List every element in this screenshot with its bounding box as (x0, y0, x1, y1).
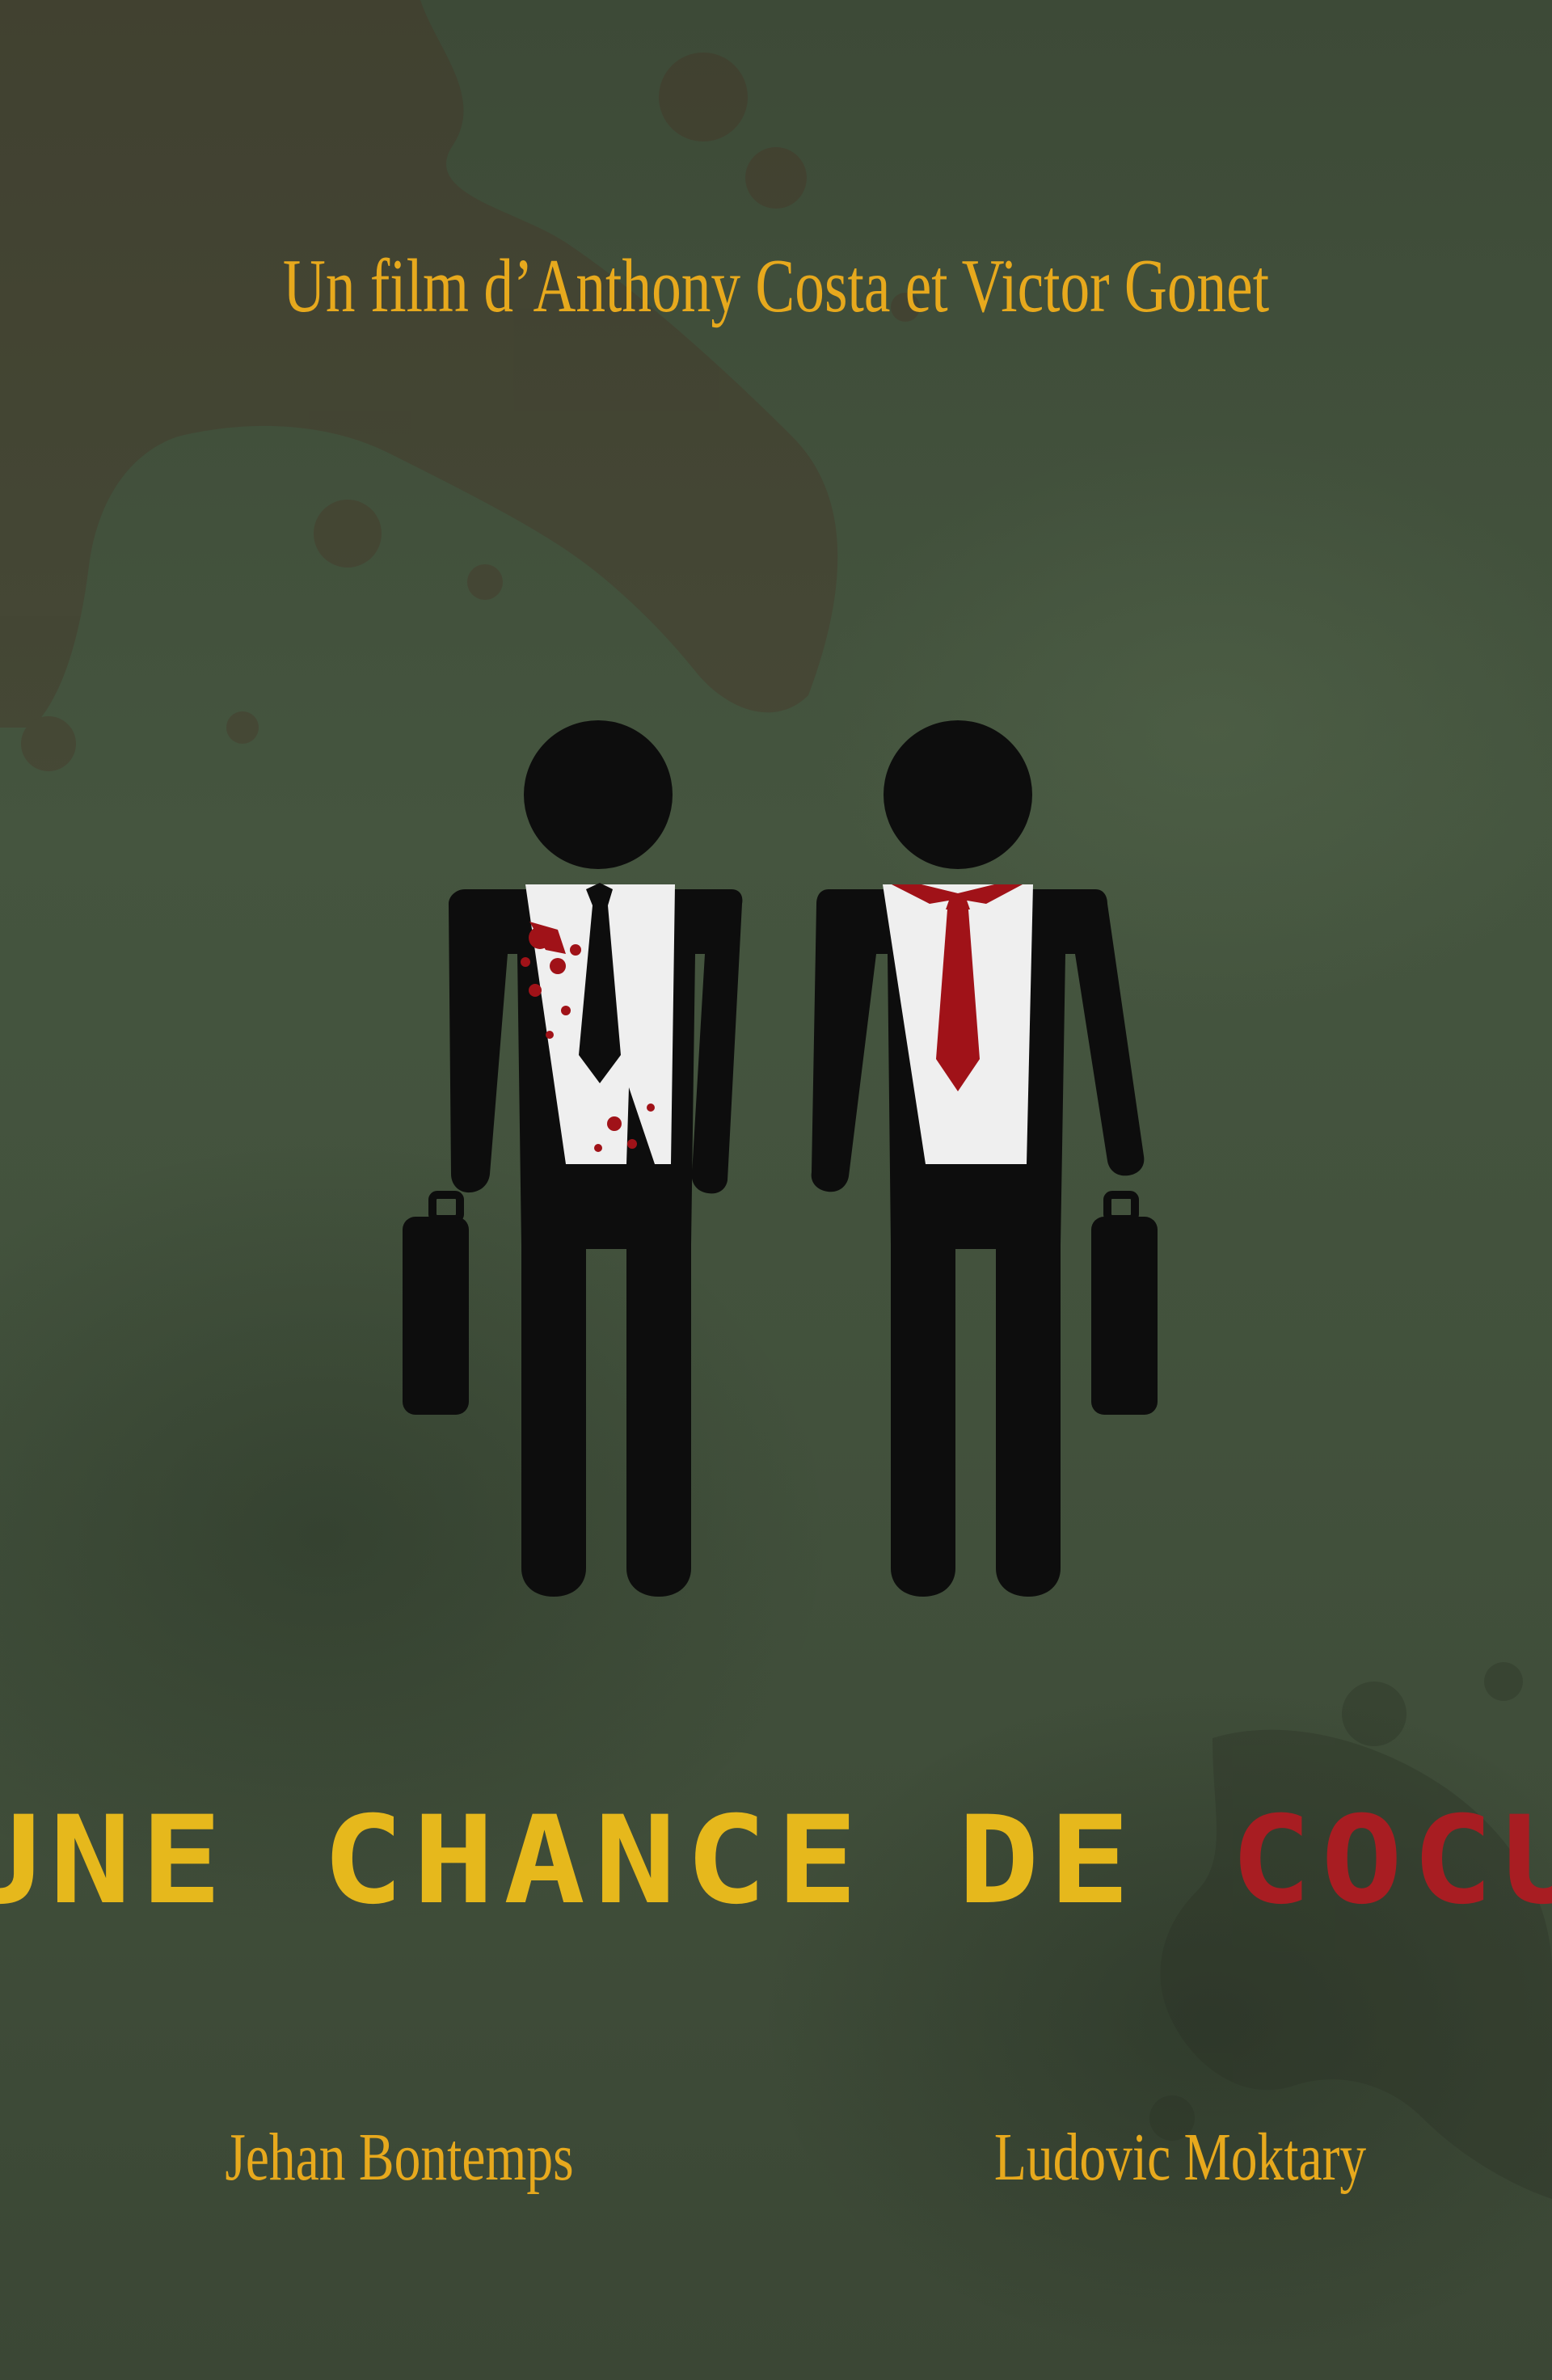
briefcase-icon (403, 1191, 469, 1415)
actor-left-name: Jehan Bontemps (225, 2120, 574, 2195)
title-accent: COCU (1229, 1791, 1552, 1931)
title-main: UNE CHANCE DE (0, 1791, 1230, 1931)
left-figure-icon (403, 720, 743, 1597)
actor-right-name: Ludovic Moktary (993, 2120, 1367, 2195)
right-figure-icon (811, 720, 1158, 1597)
movie-title: UNE CHANCE DE COCU (0, 1791, 1552, 1931)
briefcase-icon (1091, 1191, 1158, 1415)
movie-poster: Un film d’Anthony Costa et Victor Gonet (0, 0, 1552, 2380)
figures-illustration (403, 720, 1158, 1597)
